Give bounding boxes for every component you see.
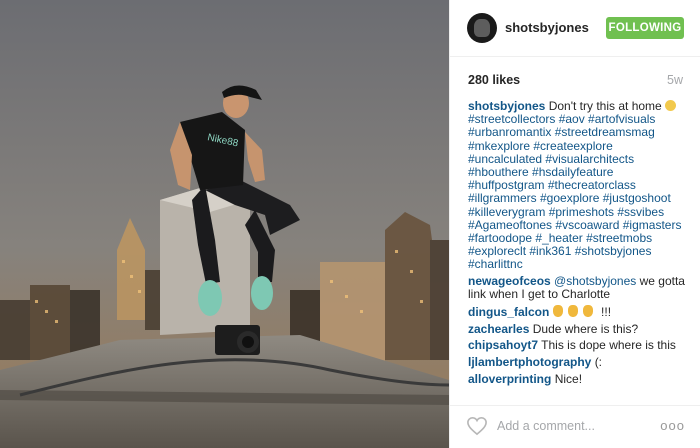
comment-username[interactable]: dingus_falcon	[468, 305, 549, 319]
comment-username[interactable]: newageofceos	[468, 274, 551, 288]
following-button[interactable]: FOLLOWING	[606, 17, 684, 39]
add-comment-input[interactable]	[497, 419, 657, 433]
post-sidebar: shotsbyjones FOLLOWING 280 likes 5w shot…	[449, 0, 700, 448]
comment-text: Nice!	[554, 371, 583, 386]
avatar[interactable]	[467, 13, 497, 43]
comment-username[interactable]: chipsahoyt7	[468, 338, 538, 352]
comment-item: alloverprinting Nice!	[468, 371, 690, 386]
heart-icon[interactable]	[466, 416, 488, 436]
comment-text: This is dope where is this	[541, 338, 676, 353]
more-options-icon[interactable]: ooo	[660, 418, 685, 433]
clap-emoji-icon	[582, 305, 593, 318]
comment-item: dingus_falcon !!!	[468, 305, 690, 319]
comment-item: newageofceos @shotsbyjones we gotta link…	[468, 274, 690, 301]
comment-username[interactable]: ljlambertphotography	[468, 355, 591, 369]
caption: shotsbyjones Don't try this at home #str…	[468, 99, 690, 272]
post-header: shotsbyjones FOLLOWING	[450, 0, 700, 57]
comment-item: ljlambertphotography (:	[468, 356, 690, 369]
clap-emoji-icon	[567, 305, 578, 318]
clap-emoji-icon	[552, 305, 563, 318]
smile-emoji-icon	[665, 100, 677, 111]
author-username[interactable]: shotsbyjones	[505, 20, 589, 35]
comment-text: !!!	[597, 305, 612, 320]
comment-username[interactable]: zachearles	[468, 322, 529, 336]
caption-username[interactable]: shotsbyjones	[468, 99, 545, 113]
comment-footer: ooo	[450, 405, 700, 448]
comment-username[interactable]: alloverprinting	[468, 372, 551, 386]
comment-item: chipsahoyt7 This is dope where is this	[468, 339, 690, 352]
comment-text: (:	[594, 355, 603, 370]
comment-list: shotsbyjones Don't try this at home #str…	[468, 99, 690, 390]
comment-mention[interactable]: @shotsbyjones	[554, 274, 636, 288]
likes-count[interactable]: 280 likes	[468, 73, 520, 87]
post-photo[interactable]: Nike88	[0, 0, 449, 448]
post-age[interactable]: 5w	[667, 73, 683, 87]
caption-hashtags[interactable]: #streetcollectors #aov #artofvisuals #ur…	[468, 112, 681, 271]
rooftop-photo-illustration: Nike88	[0, 0, 449, 448]
comment-item: zachearles Dude where is this?	[468, 321, 690, 336]
caption-text: Don't try this at home	[548, 99, 666, 113]
instagram-post: Nike88 shotsbyjones FOLLOWING 280 likes …	[0, 0, 700, 448]
comment-text: Dude where is this?	[532, 321, 639, 336]
